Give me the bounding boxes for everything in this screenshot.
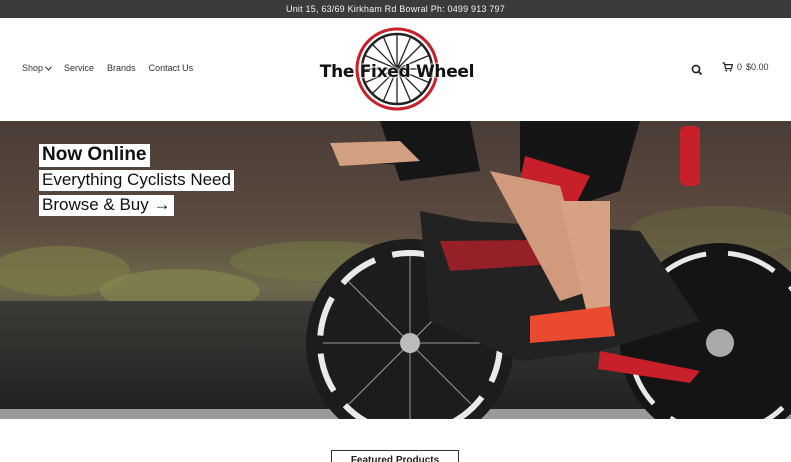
top-announcement-bar: Unit 15, 63/69 Kirkham Rd Bowral Ph: 049… xyxy=(0,0,791,18)
store-address-phone: Unit 15, 63/69 Kirkham Rd Bowral Ph: 049… xyxy=(286,4,505,14)
logo-wordmark: The Fixed Wheel xyxy=(319,62,475,82)
cart-count: 0 xyxy=(737,62,743,72)
site-header: Shop Service Brands Contact Us The Fixed… xyxy=(0,18,791,121)
chevron-down-icon xyxy=(44,63,53,71)
hero-subheading: Everything Cyclists Need xyxy=(39,170,234,191)
nav-service[interactable]: Service xyxy=(64,63,94,73)
search-icon xyxy=(691,64,703,76)
nav-shop[interactable]: Shop xyxy=(22,63,53,73)
search-button[interactable] xyxy=(690,63,704,77)
site-logo[interactable]: The Fixed Wheel xyxy=(305,24,489,114)
hero-heading: Now Online xyxy=(39,144,150,167)
cart-total: $0.00 xyxy=(746,62,769,72)
cart-button[interactable]: 0 $0.00 xyxy=(722,62,769,72)
hero-banner[interactable]: Now Online Everything Cyclists Need Brow… xyxy=(0,121,791,419)
featured-products-button[interactable]: Featured Products xyxy=(331,450,459,462)
nav-shop-label: Shop xyxy=(22,63,44,73)
shopping-cart-icon xyxy=(722,62,733,72)
browse-buy-link[interactable]: Browse & Buy → xyxy=(39,195,174,216)
nav-contact-us[interactable]: Contact Us xyxy=(149,63,194,73)
main-navigation: Shop Service Brands Contact Us xyxy=(22,63,193,73)
nav-brands[interactable]: Brands xyxy=(107,63,136,73)
